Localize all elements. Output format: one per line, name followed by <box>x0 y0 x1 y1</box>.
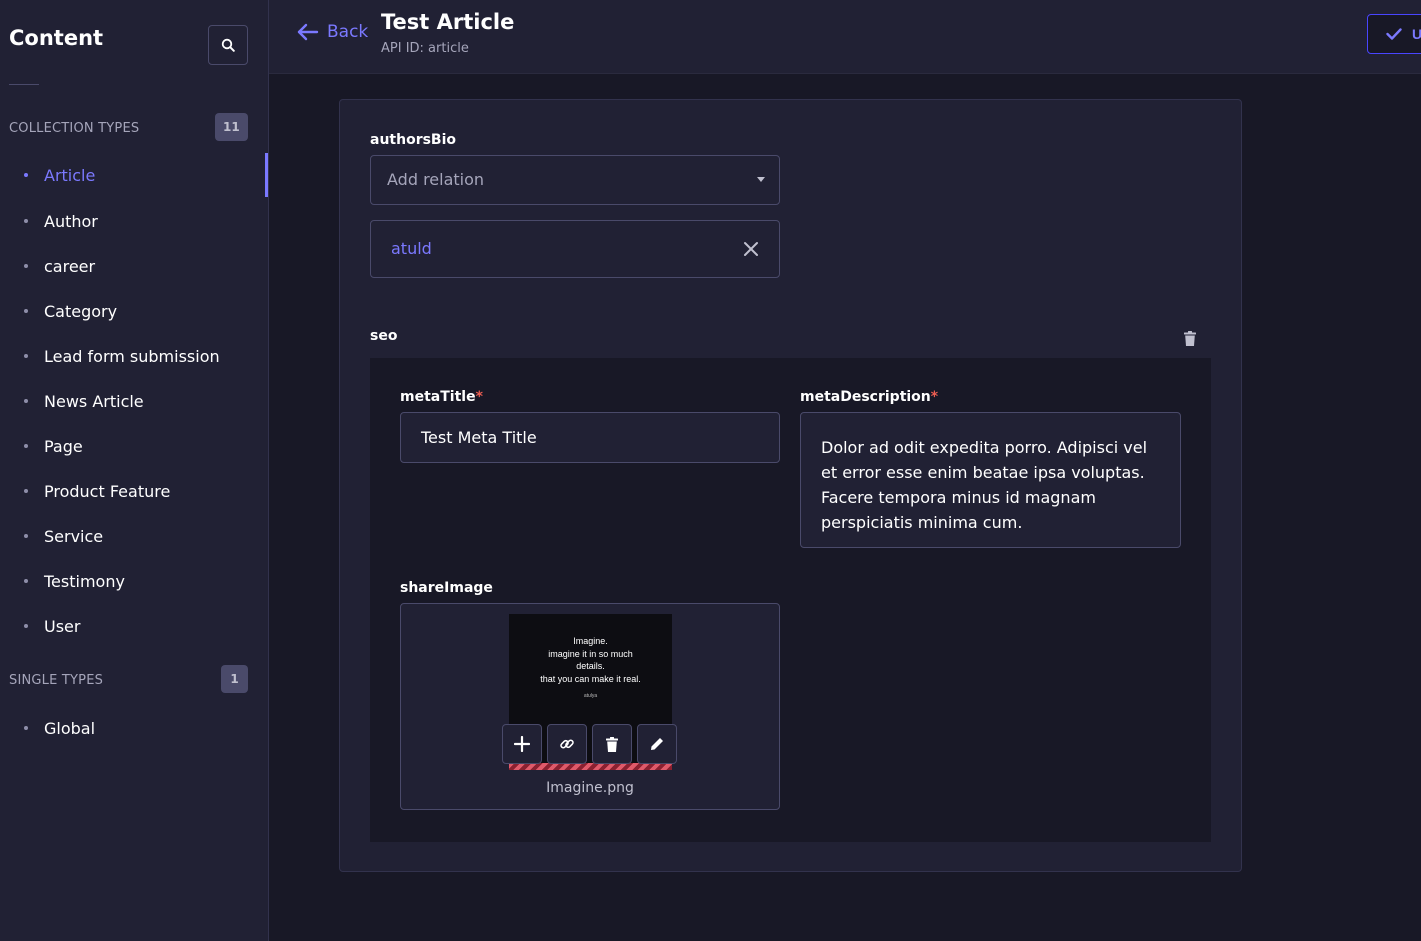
seo-component: metaTitle* Test Meta Title metaDescripti… <box>370 358 1211 842</box>
bullet-icon <box>24 579 28 583</box>
sidebar-item-career[interactable]: career <box>0 244 268 288</box>
page-title: Test Article <box>381 10 515 34</box>
copy-link-button[interactable] <box>547 724 587 764</box>
delete-component-button[interactable] <box>1181 329 1199 347</box>
meta-title-label: metaTitle* <box>400 389 483 405</box>
bullet-icon <box>24 726 28 730</box>
bullet-icon <box>24 624 28 628</box>
sidebar-item-author[interactable]: Author <box>0 199 268 243</box>
plus-icon <box>514 736 530 752</box>
search-icon <box>221 38 235 52</box>
share-image-media-field: Imagine. imagine it in so much details. … <box>400 603 780 810</box>
sidebar-item-testimony[interactable]: Testimony <box>0 559 268 603</box>
required-mark: * <box>930 389 939 405</box>
single-types-header: Single types <box>9 673 104 688</box>
sidebar-item-article[interactable]: Article <box>0 153 268 197</box>
delete-media-button[interactable] <box>592 724 632 764</box>
edit-form-card: authorsBio Add relation atuld seo metaTi… <box>339 99 1242 872</box>
edit-media-button[interactable] <box>637 724 677 764</box>
meta-description-textarea[interactable]: Dolor ad odit expedita porro. Adipisci v… <box>800 412 1181 548</box>
sidebar-item-label: User <box>44 616 81 636</box>
close-icon <box>744 242 758 256</box>
sidebar-item-label: Service <box>44 526 104 546</box>
sidebar-item-user[interactable]: User <box>0 604 268 648</box>
required-mark: * <box>475 389 483 405</box>
content-sidebar: Content Collection types 11 Article Auth… <box>0 0 269 941</box>
thumbnail-text-line: details. <box>576 661 605 671</box>
single-types-count-badge: 1 <box>221 665 248 693</box>
bullet-icon <box>24 173 28 177</box>
authors-bio-label: authorsBio <box>370 132 457 148</box>
collection-types-count-badge: 11 <box>215 113 248 141</box>
sidebar-item-label: Lead form submission <box>44 346 220 366</box>
sidebar-item-label: career <box>44 256 96 276</box>
api-id: API ID: article <box>381 41 469 56</box>
caret-down-icon <box>757 177 765 182</box>
thumbnail-text-line: that you can make it real. <box>540 674 641 684</box>
sidebar-item-global[interactable]: Global <box>0 706 268 750</box>
meta-description-label: metaDescription* <box>800 389 939 405</box>
add-media-button[interactable] <box>502 724 542 764</box>
file-name: Imagine.png <box>546 780 634 796</box>
bullet-icon <box>24 354 28 358</box>
relation-item: atuld <box>370 220 780 278</box>
add-relation-select[interactable]: Add relation <box>370 155 780 205</box>
bullet-icon <box>24 309 28 313</box>
bullet-icon <box>24 219 28 223</box>
sidebar-item-label: News Article <box>44 391 144 411</box>
arrow-left-icon <box>297 23 319 41</box>
sidebar-item-label: Author <box>44 211 98 231</box>
sidebar-item-page[interactable]: Page <box>0 424 268 468</box>
check-icon <box>1386 28 1402 40</box>
sidebar-item-label: Global <box>44 718 96 738</box>
bullet-icon <box>24 399 28 403</box>
sidebar-item-lead-form-submission[interactable]: Lead form submission <box>0 334 268 378</box>
meta-title-value: Test Meta Title <box>421 428 537 447</box>
search-button[interactable] <box>208 25 248 65</box>
bullet-icon <box>24 264 28 268</box>
sidebar-item-category[interactable]: Category <box>0 289 268 333</box>
header-action-button[interactable]: U <box>1367 14 1421 54</box>
thumbnail-decorative-strip <box>509 763 672 770</box>
sidebar-item-product-feature[interactable]: Product Feature <box>0 469 268 513</box>
sidebar-item-label: Article <box>44 165 96 185</box>
media-actions <box>502 724 677 764</box>
sidebar-item-label: Category <box>44 301 118 321</box>
sidebar-item-news-article[interactable]: News Article <box>0 379 268 423</box>
thumbnail-signature: atulya <box>583 693 598 699</box>
add-relation-placeholder: Add relation <box>387 170 485 189</box>
sidebar-item-label: Product Feature <box>44 481 171 501</box>
collection-types-header: Collection types <box>9 121 140 136</box>
trash-icon <box>606 736 618 752</box>
trash-icon <box>1184 330 1196 346</box>
link-icon <box>560 739 574 749</box>
sidebar-item-label: Page <box>44 436 83 456</box>
sidebar-item-label: Testimony <box>44 571 125 591</box>
back-link[interactable]: Back <box>297 22 368 42</box>
header-action-label: U <box>1412 26 1421 42</box>
sidebar-title: Content <box>9 26 104 50</box>
thumbnail-text-line: Imagine. <box>573 636 608 646</box>
page-header: Back Test Article API ID: article U <box>269 0 1421 74</box>
sidebar-divider <box>9 84 39 85</box>
meta-title-input[interactable]: Test Meta Title <box>400 412 780 463</box>
relation-link[interactable]: atuld <box>391 239 432 258</box>
seo-label: seo <box>370 328 398 344</box>
remove-relation-button[interactable] <box>739 237 763 261</box>
bullet-icon <box>24 489 28 493</box>
sidebar-item-service[interactable]: Service <box>0 514 268 558</box>
pencil-icon <box>651 738 663 750</box>
thumbnail-text-line: imagine it in so much <box>548 649 633 659</box>
bullet-icon <box>24 444 28 448</box>
bullet-icon <box>24 534 28 538</box>
back-label: Back <box>327 22 369 42</box>
share-image-label: shareImage <box>400 580 493 596</box>
